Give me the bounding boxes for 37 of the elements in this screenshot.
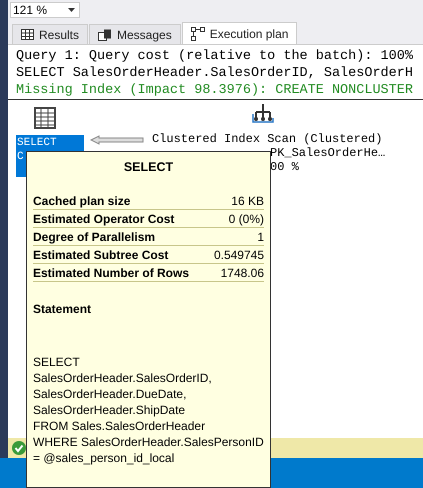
statement-text: SalesOrderHeader.SalesOrderID, <box>33 370 213 386</box>
statement-text: SalesOrderHeader.DueDate, <box>33 386 188 402</box>
table-icon <box>34 107 56 129</box>
grid-icon <box>21 29 34 40</box>
plan-icon <box>190 26 205 40</box>
property-name: Estimated Number of Rows <box>33 266 190 280</box>
operator-label: Clustered Index Scan (Clustered) <box>152 132 382 146</box>
property-value: 1 <box>257 230 264 244</box>
messages-icon <box>98 28 112 40</box>
property-name: Degree of Parallelism <box>33 230 156 244</box>
tab[interactable]: Messages <box>89 24 181 44</box>
tab[interactable]: Execution plan <box>182 22 298 44</box>
statement-text: = @sales_person_id_local <box>33 450 176 466</box>
cost-label: 00 % <box>270 160 299 174</box>
missing-index-hint: Missing Index (Impact 98.3976): CREATE NONCLUSTER <box>16 82 414 99</box>
statement-text: SELECT <box>33 354 81 370</box>
arrow-icon <box>90 135 144 145</box>
caret-icon <box>68 8 75 12</box>
tab[interactable]: Results <box>12 24 88 44</box>
success-check-icon <box>12 441 26 455</box>
property-name: Cached plan size <box>33 194 130 208</box>
index-scan-icon <box>250 102 276 126</box>
property-value: 0 (0%) <box>228 212 264 226</box>
zoom-dropdown[interactable]: 121 % <box>10 2 80 18</box>
statement-text: WHERE SalesOrderHeader.SalesPersonID <box>33 434 264 450</box>
query-text: SELECT SalesOrderHeader.SalesOrderID, SalesOrderH <box>16 65 414 82</box>
statement-heading: Statement <box>33 302 92 316</box>
statement-text: SalesOrderHeader.ShipDate <box>33 402 186 418</box>
object-label: PK_SalesOrderHe… <box>270 146 386 160</box>
property-value: 1748.06 <box>220 266 264 280</box>
property-value: 16 KB <box>231 194 264 208</box>
property-name: Estimated Subtree Cost <box>33 248 168 262</box>
statement-text: FROM Sales.SalesOrderHeader <box>33 418 206 434</box>
property-name: Estimated Operator Cost <box>33 212 174 226</box>
query-text: Query 1: Query cost (relative to the batch): 100% <box>16 48 414 65</box>
property-value: 0.549745 <box>214 248 264 262</box>
tooltip-title: SELECT <box>122 160 174 174</box>
